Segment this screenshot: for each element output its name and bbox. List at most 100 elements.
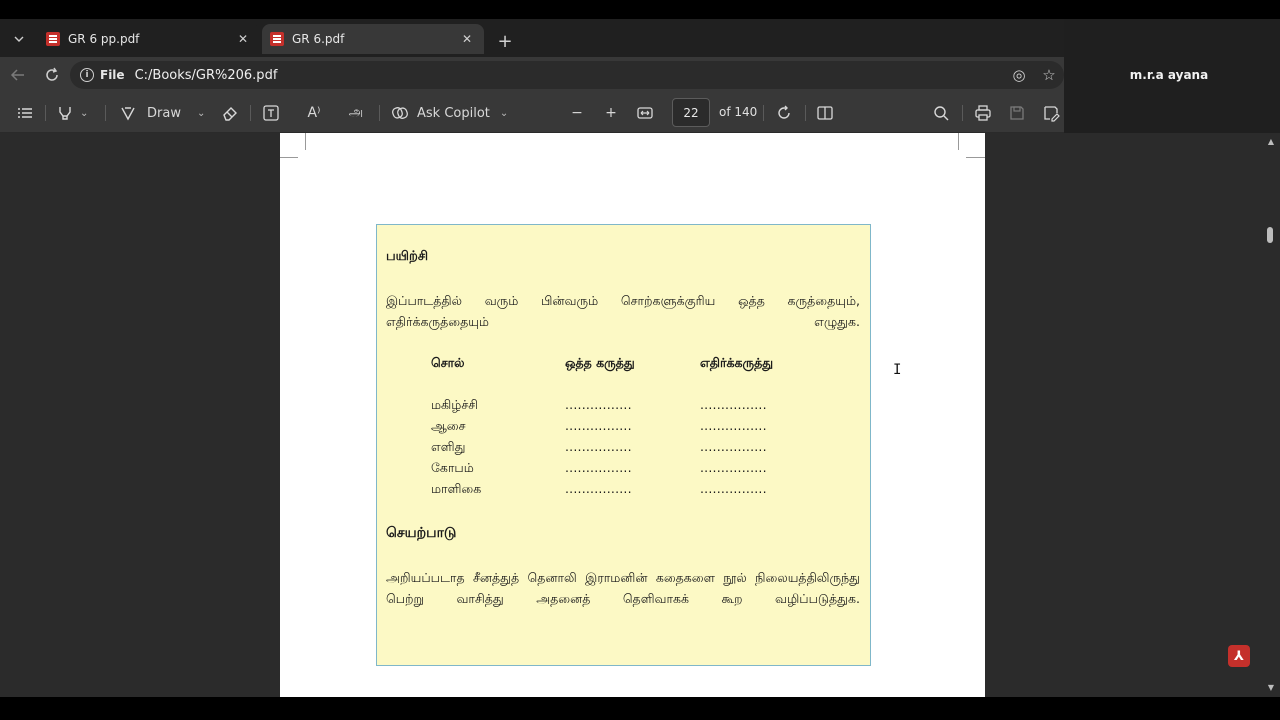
new-tab-button[interactable]: + — [493, 29, 517, 53]
add-text-icon — [263, 105, 279, 121]
erase-button[interactable] — [221, 101, 239, 125]
search-icon — [934, 106, 949, 121]
column-header-word: சொல் — [431, 355, 465, 370]
info-icon[interactable]: i — [80, 68, 94, 82]
pdf-page: பயிற்சி இப்பாடத்தில் வரும் பின்வரும் சொற… — [280, 133, 985, 697]
tab-title: GR 6 pp.pdf — [68, 32, 140, 46]
address-scheme: File — [100, 68, 125, 82]
back-arrow-icon — [10, 69, 24, 81]
close-icon: ✕ — [461, 32, 473, 46]
page-total: of 140 — [719, 105, 758, 119]
highlight-button[interactable]: ⌄ — [56, 101, 88, 125]
exercise-box: பயிற்சி இப்பாடத்தில் வரும் பின்வரும் சொற… — [376, 224, 871, 666]
synonym-blank: ................ — [565, 460, 632, 475]
save-icon — [1010, 106, 1024, 120]
antonym-blank: ................ — [700, 418, 767, 433]
tab-gr6-pp[interactable]: GR 6 pp.pdf ✕ — [38, 24, 260, 54]
translate-icon: அ — [348, 105, 364, 120]
side-panel: m.r.a ayana — [1064, 19, 1280, 136]
pdf-viewer[interactable]: பயிற்சி இப்பாடத்தில் வரும் பின்வரும் சொற… — [0, 133, 1264, 697]
antonym-blank: ................ — [700, 481, 767, 496]
eraser-icon — [223, 107, 237, 121]
page-view-button[interactable] — [816, 101, 834, 125]
print-icon — [975, 105, 991, 121]
synonym-blank: ................ — [565, 439, 632, 454]
chevron-down-icon[interactable]: ⌄ — [197, 108, 205, 119]
zoom-in-button[interactable]: + — [602, 101, 620, 125]
crop-mark — [958, 133, 959, 150]
fit-page-icon — [637, 107, 653, 119]
pdf-file-icon — [46, 32, 60, 46]
chevron-down-icon[interactable]: ⌄ — [80, 108, 88, 119]
close-tab-button[interactable]: ✕ — [234, 30, 252, 48]
contents-button[interactable] — [16, 101, 34, 125]
word-cell: மாளிகை — [431, 481, 482, 496]
toolbar-separator — [45, 105, 46, 121]
table-of-contents-icon — [18, 108, 32, 118]
toolbar-separator — [250, 105, 251, 121]
draw-pen-icon — [121, 107, 135, 121]
print-button[interactable] — [974, 101, 992, 125]
synonym-blank: ................ — [565, 418, 632, 433]
favorite-star-icon[interactable]: ☆ — [1038, 64, 1060, 86]
scrollbar-thumb[interactable] — [1267, 227, 1273, 243]
translate-button[interactable]: அ — [345, 101, 367, 125]
column-header-antonym: எதிர்க்கருத்து — [700, 355, 774, 370]
rotate-button[interactable] — [775, 101, 793, 125]
read-aloud-button[interactable]: A⁾ — [305, 101, 323, 125]
add-text-button[interactable] — [262, 101, 280, 125]
ask-copilot-label: Ask Copilot — [417, 105, 490, 121]
antonym-blank: ................ — [700, 439, 767, 454]
tab-title: GR 6.pdf — [292, 32, 345, 46]
copilot-icon[interactable]: ◎ — [1008, 64, 1030, 86]
page-number-input[interactable]: 22 — [672, 98, 710, 127]
save-as-button[interactable] — [1042, 101, 1060, 125]
acrobat-icon[interactable]: ⅄ — [1228, 645, 1250, 667]
plus-icon: + — [605, 105, 617, 121]
refresh-button[interactable] — [40, 63, 64, 87]
back-button[interactable] — [6, 63, 30, 87]
tab-gr6[interactable]: GR 6.pdf ✕ — [262, 24, 484, 54]
draw-button[interactable]: Draw ⌄ — [119, 101, 205, 125]
refresh-icon — [46, 67, 58, 81]
close-icon: ✕ — [237, 32, 249, 46]
crop-mark — [305, 133, 306, 150]
tab-list-button[interactable] — [6, 27, 32, 51]
scroll-down-icon[interactable]: ▼ — [1266, 683, 1276, 693]
scroll-up-icon[interactable]: ▲ — [1266, 137, 1276, 147]
close-tab-button[interactable]: ✕ — [458, 30, 476, 48]
minus-icon: − — [571, 105, 583, 121]
activity-text: அறியப்படாத சீனத்துத் தெனாலி இராமனின் கதை… — [386, 570, 860, 606]
page-view-icon — [817, 106, 833, 120]
browser-window: GR 6 pp.pdf ✕ GR 6.pdf ✕ + i File C:/Boo… — [0, 0, 1280, 720]
toolbar-separator — [763, 105, 764, 121]
toolbar-separator — [105, 105, 106, 121]
activity-heading: செயற்பாடு — [386, 525, 457, 541]
address-bar[interactable]: i File C:/Books/GR%206.pdf ◎ ☆ — [70, 61, 1064, 89]
synonym-blank: ................ — [565, 397, 632, 412]
chevron-down-icon[interactable]: ⌄ — [500, 108, 508, 119]
user-name: m.r.a ayana — [1129, 68, 1209, 82]
address-url: C:/Books/GR%206.pdf — [134, 67, 278, 83]
word-cell: எளிது — [431, 439, 466, 454]
toolbar-separator — [805, 105, 806, 121]
copilot-icon — [392, 107, 408, 119]
antonym-blank: ................ — [700, 397, 767, 412]
search-button[interactable] — [932, 101, 950, 125]
vertical-scrollbar[interactable]: ▲ ▼ — [1262, 133, 1280, 697]
fit-page-button[interactable] — [636, 101, 654, 125]
toolbar-separator — [379, 105, 380, 121]
zoom-out-button[interactable]: − — [568, 101, 586, 125]
toolbar-separator — [962, 105, 963, 121]
navigation-bar: i File C:/Books/GR%206.pdf ◎ ☆ — [0, 57, 1064, 93]
text-cursor-icon: I — [893, 362, 902, 378]
pdf-file-icon — [270, 32, 284, 46]
crop-mark — [966, 157, 985, 158]
screen-top-bar — [0, 0, 1280, 19]
plus-icon: + — [497, 30, 513, 52]
highlighter-icon — [59, 107, 71, 120]
save-button[interactable] — [1008, 101, 1026, 125]
crop-mark — [280, 157, 298, 158]
rotate-icon — [778, 105, 790, 119]
ask-copilot-button[interactable]: Ask Copilot ⌄ — [391, 101, 508, 125]
